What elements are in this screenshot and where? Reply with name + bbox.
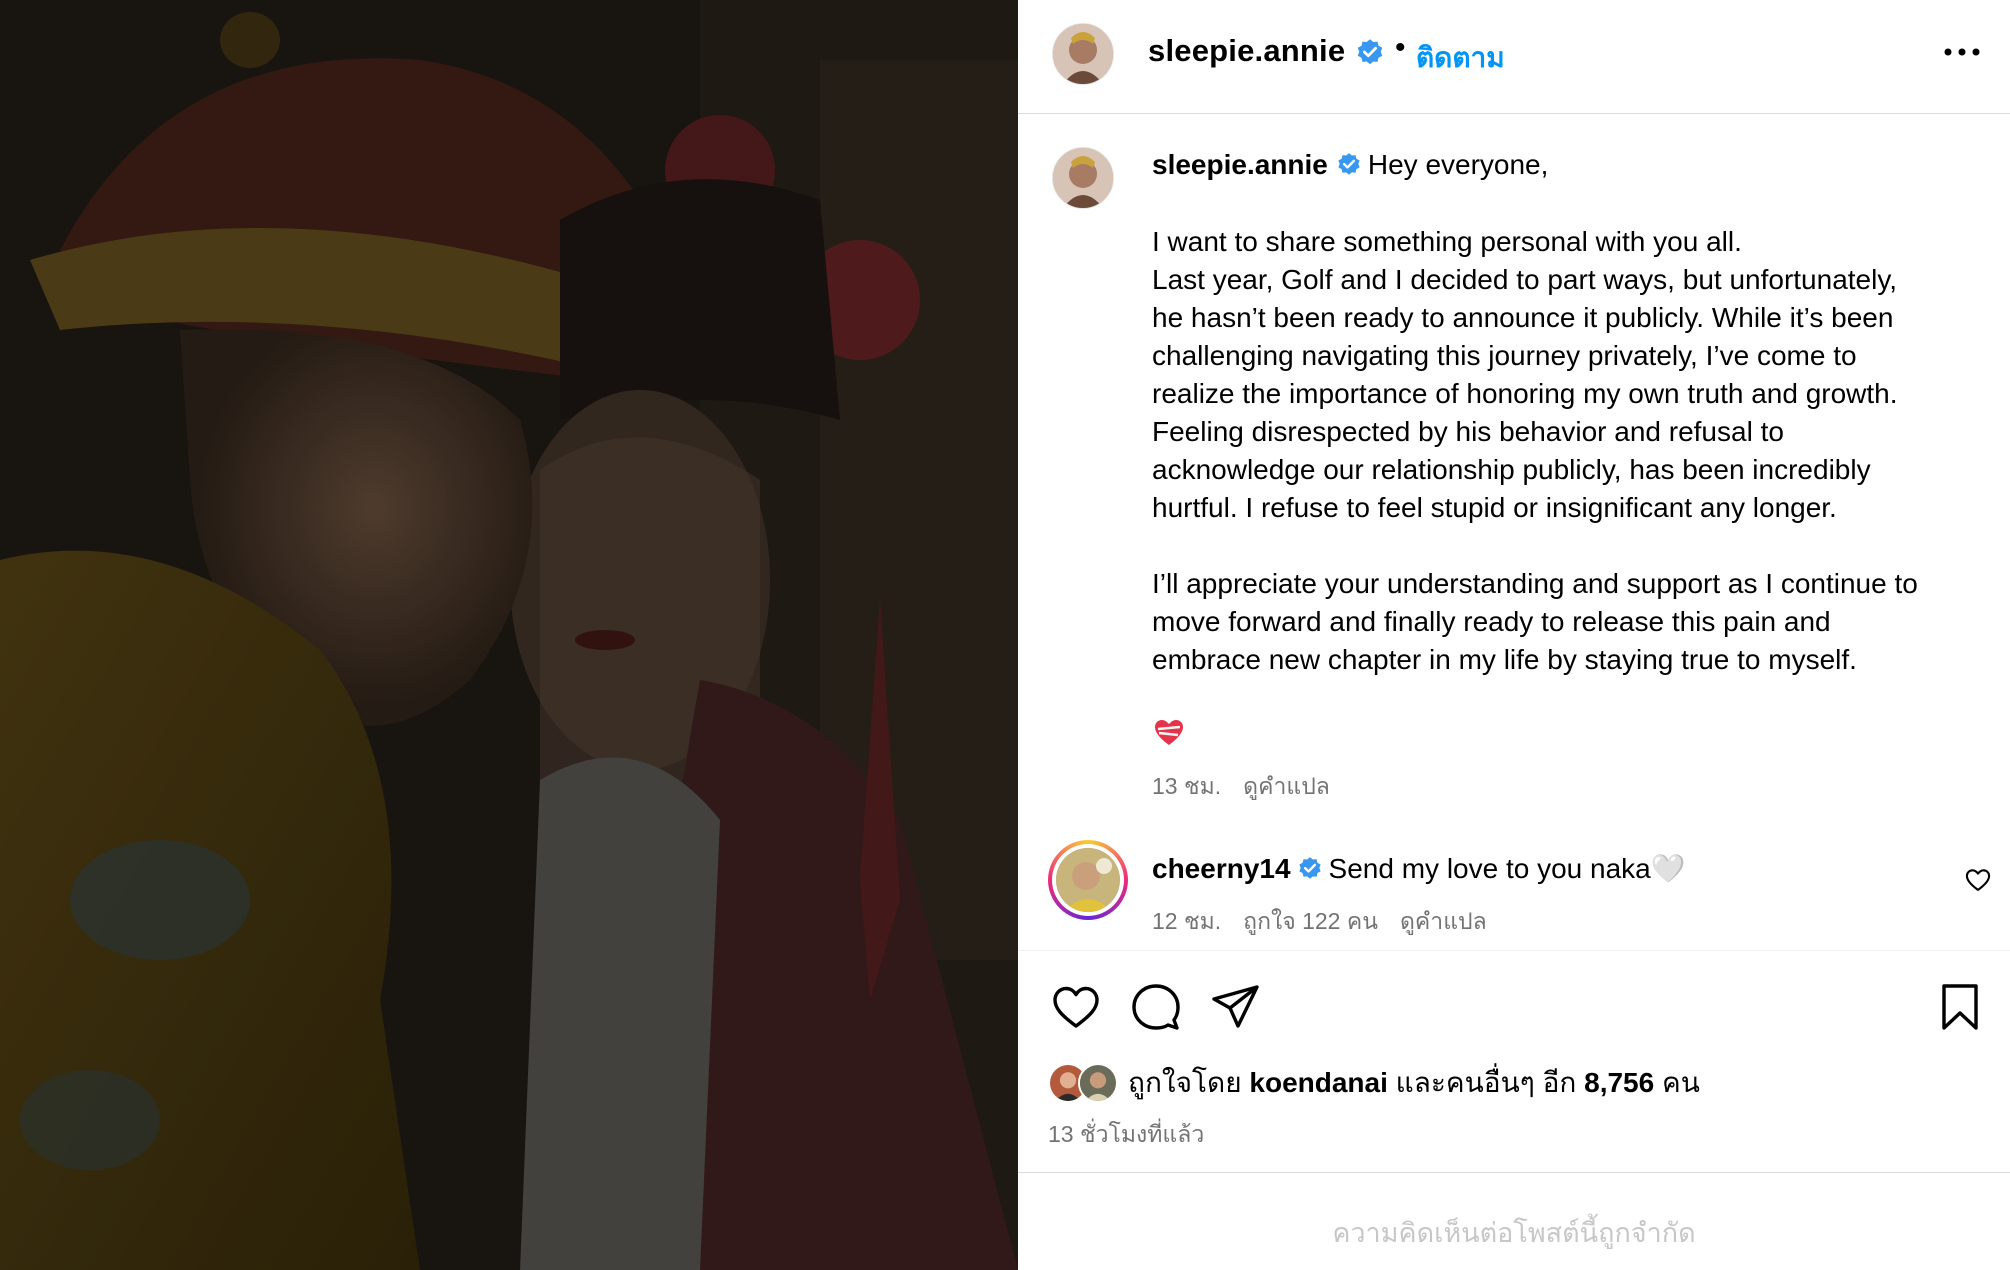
share-icon[interactable] [1210, 981, 1262, 1033]
author-avatar[interactable] [1052, 23, 1114, 85]
heart-icon[interactable] [1050, 981, 1102, 1033]
liker-avatar[interactable] [1078, 1063, 1118, 1103]
follow-button[interactable]: ติดตาม [1416, 36, 1505, 80]
post-photo-image [0, 0, 1018, 1270]
liker-username[interactable]: koendanai [1249, 1067, 1387, 1098]
more-horizontal-icon[interactable] [1942, 44, 1982, 60]
caption-line: he hasn’t been ready to announce it publ… [1152, 302, 1894, 333]
post-details-panel: sleepie.annie • ติดตาม sleepie.annie Hey … [1018, 0, 2010, 1270]
see-translation-link[interactable]: ดูคำแปล [1243, 773, 1330, 799]
caption-timestamp[interactable]: 13 ชม. [1152, 773, 1221, 799]
caption-line: move forward and finally ready to releas… [1152, 606, 1831, 637]
caption-first-line: sleepie.annie Hey everyone, [1152, 149, 1548, 181]
instagram-post-view: sleepie.annie • ติดตาม sleepie.annie Hey … [0, 0, 2010, 1270]
commenter-username[interactable]: cheerny14 [1152, 853, 1291, 884]
caption-line: I want to share something personal with … [1152, 226, 1742, 257]
comment-text: Send my love to you naka🤍 [1328, 853, 1686, 884]
comments-limited-notice: ความคิดเห็นต่อโพสต์นี้ถูกจำกัด [1018, 1172, 2010, 1270]
likes-suffix: คน [1661, 1067, 1700, 1098]
author-username[interactable]: sleepie.annie [1148, 33, 1345, 69]
caption-author-avatar[interactable] [1052, 147, 1114, 209]
caption-line: I’ll appreciate your understanding and s… [1152, 568, 1918, 599]
bookmark-icon[interactable] [1934, 981, 1986, 1033]
caption-section: sleepie.annie Hey everyone, I want to sha… [1018, 115, 2010, 950]
comment-icon[interactable] [1130, 981, 1182, 1033]
verified-badge-icon [1297, 856, 1323, 882]
likes-prefix: ถูกใจโดย [1128, 1067, 1242, 1098]
caption-line: acknowledge our relationship publicly, h… [1152, 454, 1871, 485]
comment-meta: 12 ชม. ถูกใจ 122 คน ดูคำแปล [1152, 904, 1509, 940]
likes-count[interactable]: 8,756 [1584, 1067, 1654, 1098]
caption-line: realize the importance of honoring my ow… [1152, 378, 1898, 409]
post-actions: ถูกใจโดย koendanai และคนอื่นๆ อีก 8,756 … [1018, 950, 2010, 1170]
caption-greeting: Hey everyone, [1367, 149, 1549, 180]
likes-text: ถูกใจโดย koendanai และคนอื่นๆ อีก 8,756 … [1128, 1061, 1700, 1105]
verified-badge-icon [1336, 152, 1362, 178]
verified-badge-icon [1355, 38, 1385, 68]
post-time-ago[interactable]: 13 ชั่วโมงที่แล้ว [1048, 1117, 1204, 1153]
caption-meta: 13 ชม. ดูคำแปล [1152, 769, 1352, 805]
comment-heart-icon[interactable] [1964, 866, 1992, 894]
comment-timestamp[interactable]: 12 ชม. [1152, 908, 1221, 934]
commenter-avatar [1056, 848, 1120, 912]
comment-see-translation-link[interactable]: ดูคำแปล [1400, 908, 1487, 934]
mending-heart-emoji [1154, 719, 1184, 747]
comment-item: cheerny14 Send my love to you naka🤍 12 ชม… [1018, 838, 2010, 948]
likes-middle: และคนอื่นๆ อีก [1395, 1067, 1577, 1098]
caption-line: hurtful. I refuse to feel stupid or insi… [1152, 492, 1837, 523]
post-photo[interactable] [0, 0, 1018, 1270]
caption-username[interactable]: sleepie.annie [1152, 149, 1328, 180]
caption-line: Feeling disrespected by his behavior and… [1152, 416, 1784, 447]
caption-text: I want to share something personal with … [1152, 223, 1972, 679]
caption-line: embrace new chapter in my life by stayin… [1152, 644, 1857, 675]
post-header: sleepie.annie • ติดตาม [1018, 0, 2010, 114]
caption-line: challenging navigating this journey priv… [1152, 340, 1857, 371]
comment-like-count[interactable]: ถูกใจ 122 คน [1243, 908, 1378, 934]
likes-summary: ถูกใจโดย koendanai และคนอื่นๆ อีก 8,756 … [1048, 1061, 1700, 1105]
comment-text-line: cheerny14 Send my love to you naka🤍 [1152, 852, 1686, 885]
separator-dot: • [1395, 31, 1406, 64]
caption-line: Last year, Golf and I decided to part wa… [1152, 264, 1898, 295]
commenter-avatar-story-ring[interactable] [1048, 840, 1128, 920]
